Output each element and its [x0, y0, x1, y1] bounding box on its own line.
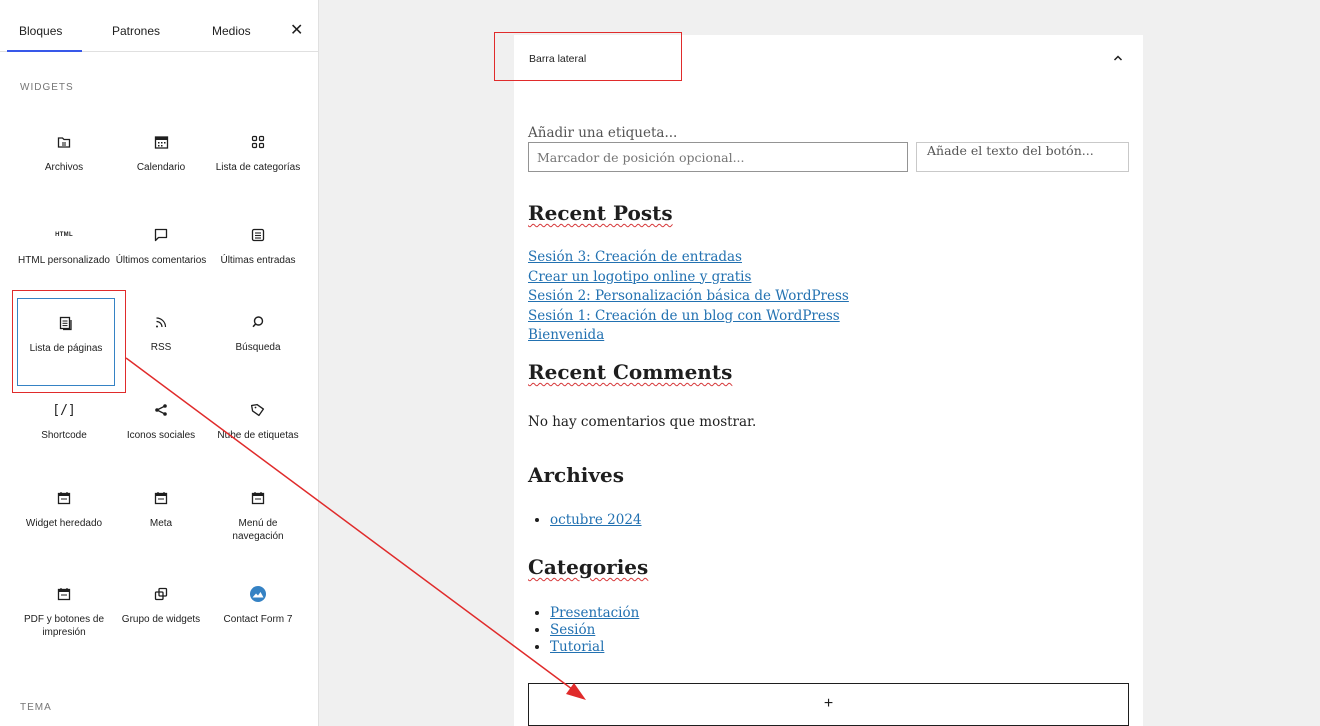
html-icon: HTML	[16, 225, 112, 245]
navigation-menu-icon	[210, 488, 306, 508]
block-pdf-y-botones[interactable]: PDF y botones de impresión	[16, 570, 112, 656]
block-label: Archivos	[44, 162, 84, 173]
shortcode-icon-text: [/]	[52, 402, 76, 418]
block-ultimas-entradas[interactable]: Últimas entradas	[210, 211, 306, 297]
search-icon	[210, 312, 306, 332]
block-nube-de-etiquetas[interactable]: Nube de etiquetas	[210, 386, 306, 472]
category-link[interactable]: Sesión	[550, 622, 595, 638]
recent-posts-list: Sesión 3: Creación de entradas Crear un …	[528, 247, 849, 345]
widget-area-header[interactable]: Barra lateral	[514, 35, 1143, 81]
tab-bloques[interactable]: Bloques	[6, 24, 83, 52]
list-item: Sesión	[550, 622, 639, 639]
category-grid-icon	[210, 132, 306, 152]
recent-posts-title[interactable]: Recent Posts	[528, 201, 673, 225]
html-icon-text: HTML	[55, 232, 73, 238]
categories-list: Presentación Sesión Tutorial	[550, 605, 639, 656]
block-label: Grupo de widgets	[121, 614, 201, 625]
add-block-button[interactable]: +	[528, 683, 1129, 726]
recent-post-link[interactable]: Bienvenida	[528, 327, 604, 343]
list-item: Tutorial	[550, 639, 639, 656]
search-block-button[interactable]: Añade el texto del botón...	[916, 142, 1129, 172]
block-label: Meta	[149, 518, 173, 529]
block-menu-de-navegacion[interactable]: Menú de navegación	[210, 474, 306, 560]
no-comments-text: No hay comentarios que mostrar.	[528, 414, 757, 430]
recent-comments-title[interactable]: Recent Comments	[528, 360, 732, 384]
block-label: Menú de navegación	[232, 518, 284, 542]
block-label: Shortcode	[41, 430, 87, 441]
shortcode-icon: [/]	[16, 400, 112, 420]
block-calendario[interactable]: Calendario	[113, 118, 209, 204]
block-label: Lista de páginas	[29, 343, 103, 354]
inserter-tabs: Bloques Patrones Medios ✕	[0, 0, 318, 52]
block-label: PDF y botones de impresión	[23, 614, 105, 638]
block-busqueda[interactable]: Búsqueda	[210, 298, 306, 384]
calendar-icon	[113, 132, 209, 152]
categories-title[interactable]: Categories	[528, 555, 648, 579]
widget-meta-icon	[113, 488, 209, 508]
block-label: Búsqueda	[235, 342, 281, 353]
close-icon[interactable]: ✕	[290, 20, 303, 40]
comment-bubble-icon	[113, 225, 209, 245]
recent-post-link[interactable]: Sesión 3: Creación de entradas	[528, 249, 742, 265]
widget-area-title: Barra lateral	[529, 53, 587, 65]
recent-post-link[interactable]: Sesión 2: Personalización básica de Word…	[528, 288, 849, 304]
tab-patrones[interactable]: Patrones	[112, 24, 160, 38]
block-html-personalizado[interactable]: HTML HTML personalizado	[16, 211, 112, 297]
block-grupo-de-widgets[interactable]: Grupo de widgets	[113, 570, 209, 656]
block-contact-form-7[interactable]: Contact Form 7	[210, 570, 306, 656]
search-block-label[interactable]: Añadir una etiqueta...	[528, 125, 677, 141]
widget-group-icon	[113, 584, 209, 604]
section-title-widgets: WIDGETS	[20, 82, 74, 93]
block-inserter-panel: Bloques Patrones Medios ✕ WIDGETS Archiv…	[0, 0, 319, 726]
block-lista-de-categorias[interactable]: Lista de categorías	[210, 118, 306, 204]
block-archivos[interactable]: Archivos	[16, 118, 112, 204]
block-lista-de-paginas[interactable]: Lista de páginas	[17, 298, 115, 386]
rss-icon	[113, 312, 209, 332]
block-label: Últimas entradas	[220, 255, 296, 266]
block-meta[interactable]: Meta	[113, 474, 209, 560]
block-label: RSS	[150, 342, 172, 353]
block-label: Últimos comentarios	[115, 255, 207, 266]
pdf-print-icon	[16, 584, 112, 604]
post-list-icon	[210, 225, 306, 245]
tag-icon	[210, 400, 306, 420]
widget-legacy-icon	[16, 488, 112, 508]
contact-form-7-icon	[210, 584, 306, 604]
recent-post-link[interactable]: Sesión 1: Creación de un blog con WordPr…	[528, 308, 840, 324]
block-iconos-sociales[interactable]: Iconos sociales	[113, 386, 209, 472]
block-label: Contact Form 7	[223, 614, 293, 625]
recent-comments-title-text: Recent Comments	[528, 360, 733, 384]
archive-link[interactable]: octubre 2024	[550, 512, 642, 528]
tab-medios[interactable]: Medios	[212, 24, 251, 38]
archives-list: octubre 2024	[550, 512, 642, 529]
archives-title[interactable]: Archives	[528, 463, 624, 487]
block-shortcode[interactable]: [/] Shortcode	[16, 386, 112, 472]
block-label: Calendario	[136, 162, 186, 173]
block-ultimos-comentarios[interactable]: Últimos comentarios	[113, 211, 209, 297]
widget-area-canvas: Barra lateral Añadir una etiqueta... Aña…	[514, 35, 1143, 726]
block-label: Widget heredado	[25, 518, 103, 529]
section-title-tema: TEMA	[20, 702, 52, 713]
block-widget-heredado[interactable]: Widget heredado	[16, 474, 112, 560]
block-label: Lista de categorías	[215, 162, 301, 173]
block-label: Nube de etiquetas	[217, 430, 299, 441]
category-link[interactable]: Tutorial	[550, 639, 604, 655]
chevron-up-icon[interactable]	[1112, 52, 1124, 64]
block-label: Iconos sociales	[126, 430, 196, 441]
list-item: Presentación	[550, 605, 639, 622]
search-block-input[interactable]	[528, 142, 908, 172]
list-item: octubre 2024	[550, 512, 642, 529]
page-list-icon	[18, 313, 114, 333]
block-label: HTML personalizado	[18, 255, 110, 266]
recent-post-link[interactable]: Crear un logotipo online y gratis	[528, 269, 751, 285]
block-rss[interactable]: RSS	[113, 298, 209, 384]
share-icon	[113, 400, 209, 420]
category-link[interactable]: Presentación	[550, 605, 639, 621]
archive-folder-icon	[16, 132, 112, 152]
